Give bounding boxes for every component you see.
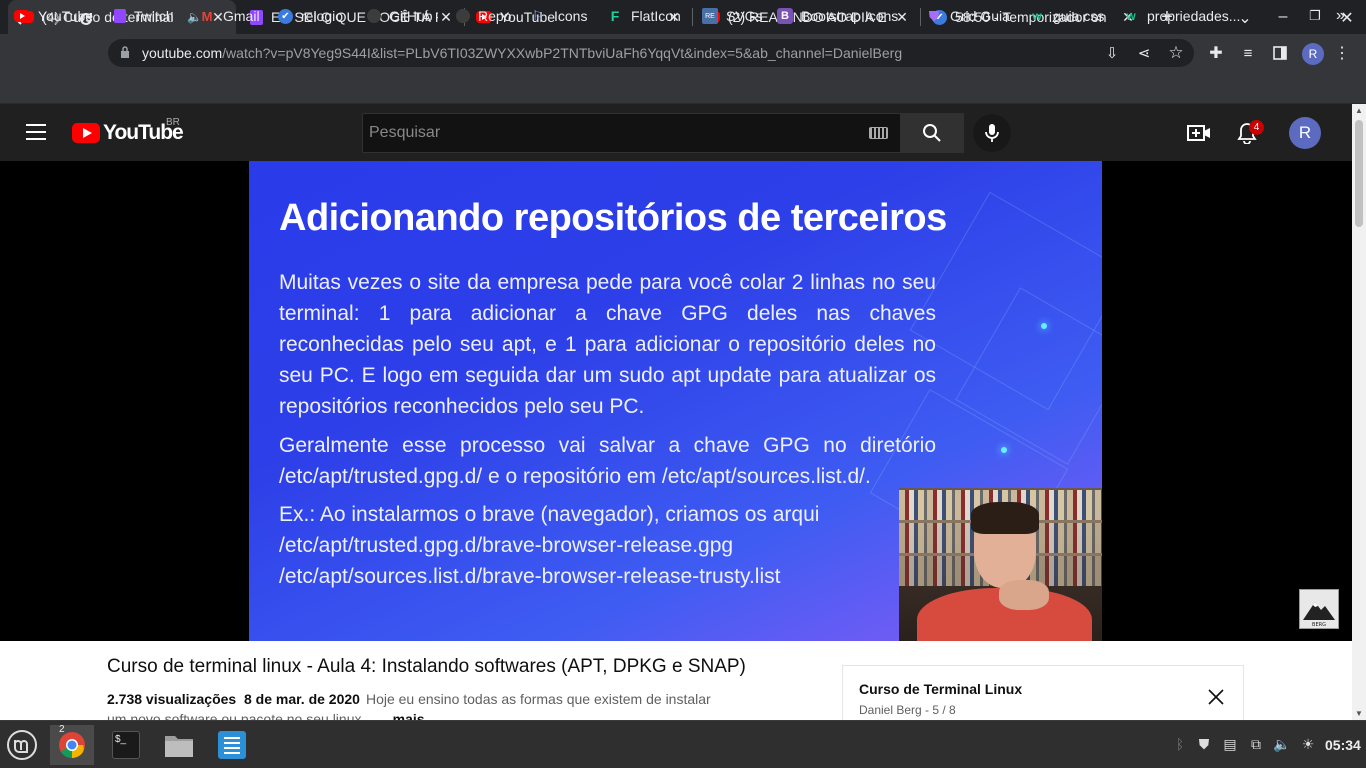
bookmarks-bar [0, 72, 1366, 104]
install-app-icon[interactable]: ⇩ [1101, 42, 1123, 64]
extensions-puzzle-icon[interactable]: ✚ [1205, 42, 1227, 64]
keyboard-icon[interactable] [869, 127, 888, 139]
create-video-icon[interactable] [1187, 123, 1211, 143]
bookmark-icons[interactable]: ⚐ Icons [530, 6, 587, 26]
bookmark-flaticon[interactable]: F FlatIcon [607, 6, 681, 26]
channel-watermark-logo[interactable]: BERG [1299, 589, 1339, 629]
text-editor-icon [218, 731, 246, 759]
flaticon-icon: F [610, 8, 620, 24]
bookmark-svgs[interactable]: RE SVGs [702, 6, 763, 26]
slide-paragraph: Ex.: Ao instalarmos o brave (navegador),… [279, 503, 820, 588]
search-placeholder: Pesquisar [369, 124, 441, 141]
w-icon: w [1126, 9, 1136, 23]
clipboard-icon[interactable]: ▤ [1221, 735, 1239, 753]
bootstrap-icon: B [777, 8, 793, 24]
scroll-down-icon[interactable]: ▼ [1355, 709, 1363, 718]
clock-icon: ✔ [278, 8, 293, 24]
window-count-badge: 2 [59, 724, 65, 735]
video-description: Hoje eu ensino todas as formas que exist… [365, 691, 711, 707]
search-input[interactable] [362, 113, 901, 153]
show-more-link[interactable]: mais [393, 711, 425, 720]
volume-icon[interactable]: 🔈 [1273, 735, 1291, 753]
microphone-icon [985, 124, 999, 142]
taskbar-clock[interactable]: 05:34 [1325, 737, 1361, 753]
taskbar-text-editor[interactable] [210, 725, 254, 765]
url-text[interactable]: youtube.com/watch?v=pV8Yeg9S44I&list=PLb… [142, 45, 902, 61]
account-avatar[interactable]: R [1289, 117, 1321, 149]
playlist-subtitle[interactable]: Daniel Berg - 5 / 8 [859, 703, 956, 717]
folder-icon [165, 736, 193, 757]
mountain-icon: BERG [1303, 602, 1335, 628]
bookmark-twitch[interactable]: Twitch [114, 6, 174, 26]
view-count: 2.738 visualizações [107, 691, 237, 707]
media-control-icon[interactable]: ≡ [1237, 42, 1259, 64]
bluetooth-icon[interactable]: ᛒ [1171, 735, 1189, 753]
bookmark-guia-css[interactable]: w guia css [1029, 6, 1104, 26]
webcam-overlay [899, 488, 1102, 641]
close-icon[interactable]: ✕ [438, 9, 454, 26]
os-taskbar [0, 720, 1366, 768]
notification-count-badge: 4 [1249, 120, 1264, 135]
taskbar-chrome[interactable] [50, 725, 94, 765]
close-playlist-icon[interactable] [1208, 689, 1226, 707]
bookmark-youtube[interactable]: YouTube [14, 6, 93, 26]
kebab-menu-icon[interactable]: ⋮ [1331, 42, 1353, 64]
twitch-icon [114, 9, 126, 23]
country-code: BR [166, 117, 180, 128]
github-icon [456, 9, 470, 23]
video-title: Curso de terminal linux - Aula 4: Instal… [107, 656, 746, 677]
chrome-icon [59, 732, 85, 759]
more-bookmarks-button[interactable]: » [1336, 6, 1345, 26]
youtube-icon [14, 10, 30, 22]
github-icon [367, 9, 381, 23]
hamburger-menu-icon[interactable] [26, 124, 46, 140]
bookmark-star-icon[interactable]: ☆ [1165, 42, 1187, 64]
flag-icon: ⚐ [532, 8, 544, 23]
slide-title: Adicionando repositórios de terceiros [279, 197, 947, 239]
bookmark-repo[interactable]: Repo [456, 6, 511, 26]
network-icon[interactable]: ⧉ [1247, 735, 1265, 753]
search-icon [923, 124, 941, 142]
brightness-icon[interactable]: ☀ [1299, 735, 1317, 753]
svg-text:BERG: BERG [1312, 622, 1326, 628]
shield-icon[interactable]: ⛊ [1195, 735, 1213, 753]
video-description-cont[interactable]: um novo software ou pacote no seu linux.… [107, 711, 425, 720]
bookmark-bootstrap-icons[interactable]: B Bootstrap Icons [777, 6, 898, 26]
gmail-icon: M [201, 8, 213, 24]
voice-search-button[interactable] [973, 114, 1011, 152]
share-icon[interactable]: ⋖ [1133, 42, 1155, 64]
profile-avatar[interactable]: R [1302, 43, 1324, 65]
video-meta[interactable]: 2.738 visualizações 8 de mar. de 2020 Hoj… [107, 691, 711, 707]
search-button[interactable] [900, 113, 964, 153]
scroll-up-icon[interactable]: ▲ [1355, 106, 1363, 115]
slide-paragraph: Geralmente esse processo vai salvar a ch… [279, 434, 936, 488]
taskbar-terminal[interactable]: $_ [104, 725, 148, 765]
bookmark-github[interactable]: GitHub [367, 6, 433, 26]
minimize-button[interactable]: – [1273, 8, 1293, 26]
side-panel-icon[interactable] [1269, 42, 1291, 64]
scrollbar-thumb[interactable] [1355, 120, 1363, 227]
playlist-title[interactable]: Curso de Terminal Linux [859, 681, 1022, 697]
lock-icon[interactable] [120, 46, 130, 58]
bookmark-propriedades[interactable]: w propriedades... [1123, 6, 1240, 26]
publish-date: 8 de mar. de 2020 [243, 691, 360, 707]
w-icon: w [1032, 9, 1042, 23]
bookmark-gmail[interactable]: M Gmail [199, 6, 260, 26]
shield-icon: ⛊ [928, 7, 940, 24]
taskbar-files[interactable] [157, 725, 201, 765]
linux-mint-menu-icon[interactable] [0, 725, 44, 765]
bookmark-grid-guia[interactable]: ⛊ Grid Guia [926, 6, 1010, 26]
slide-paragraph: Muitas vezes o site da empresa pede para… [279, 271, 936, 418]
svgrepo-icon: RE [702, 8, 718, 24]
terminal-icon: $_ [112, 731, 140, 759]
youtube-logo-icon[interactable] [72, 123, 100, 143]
bookmark-relogio[interactable]: ✔ relogio [278, 6, 343, 26]
restore-button[interactable]: ❐ [1305, 8, 1325, 24]
